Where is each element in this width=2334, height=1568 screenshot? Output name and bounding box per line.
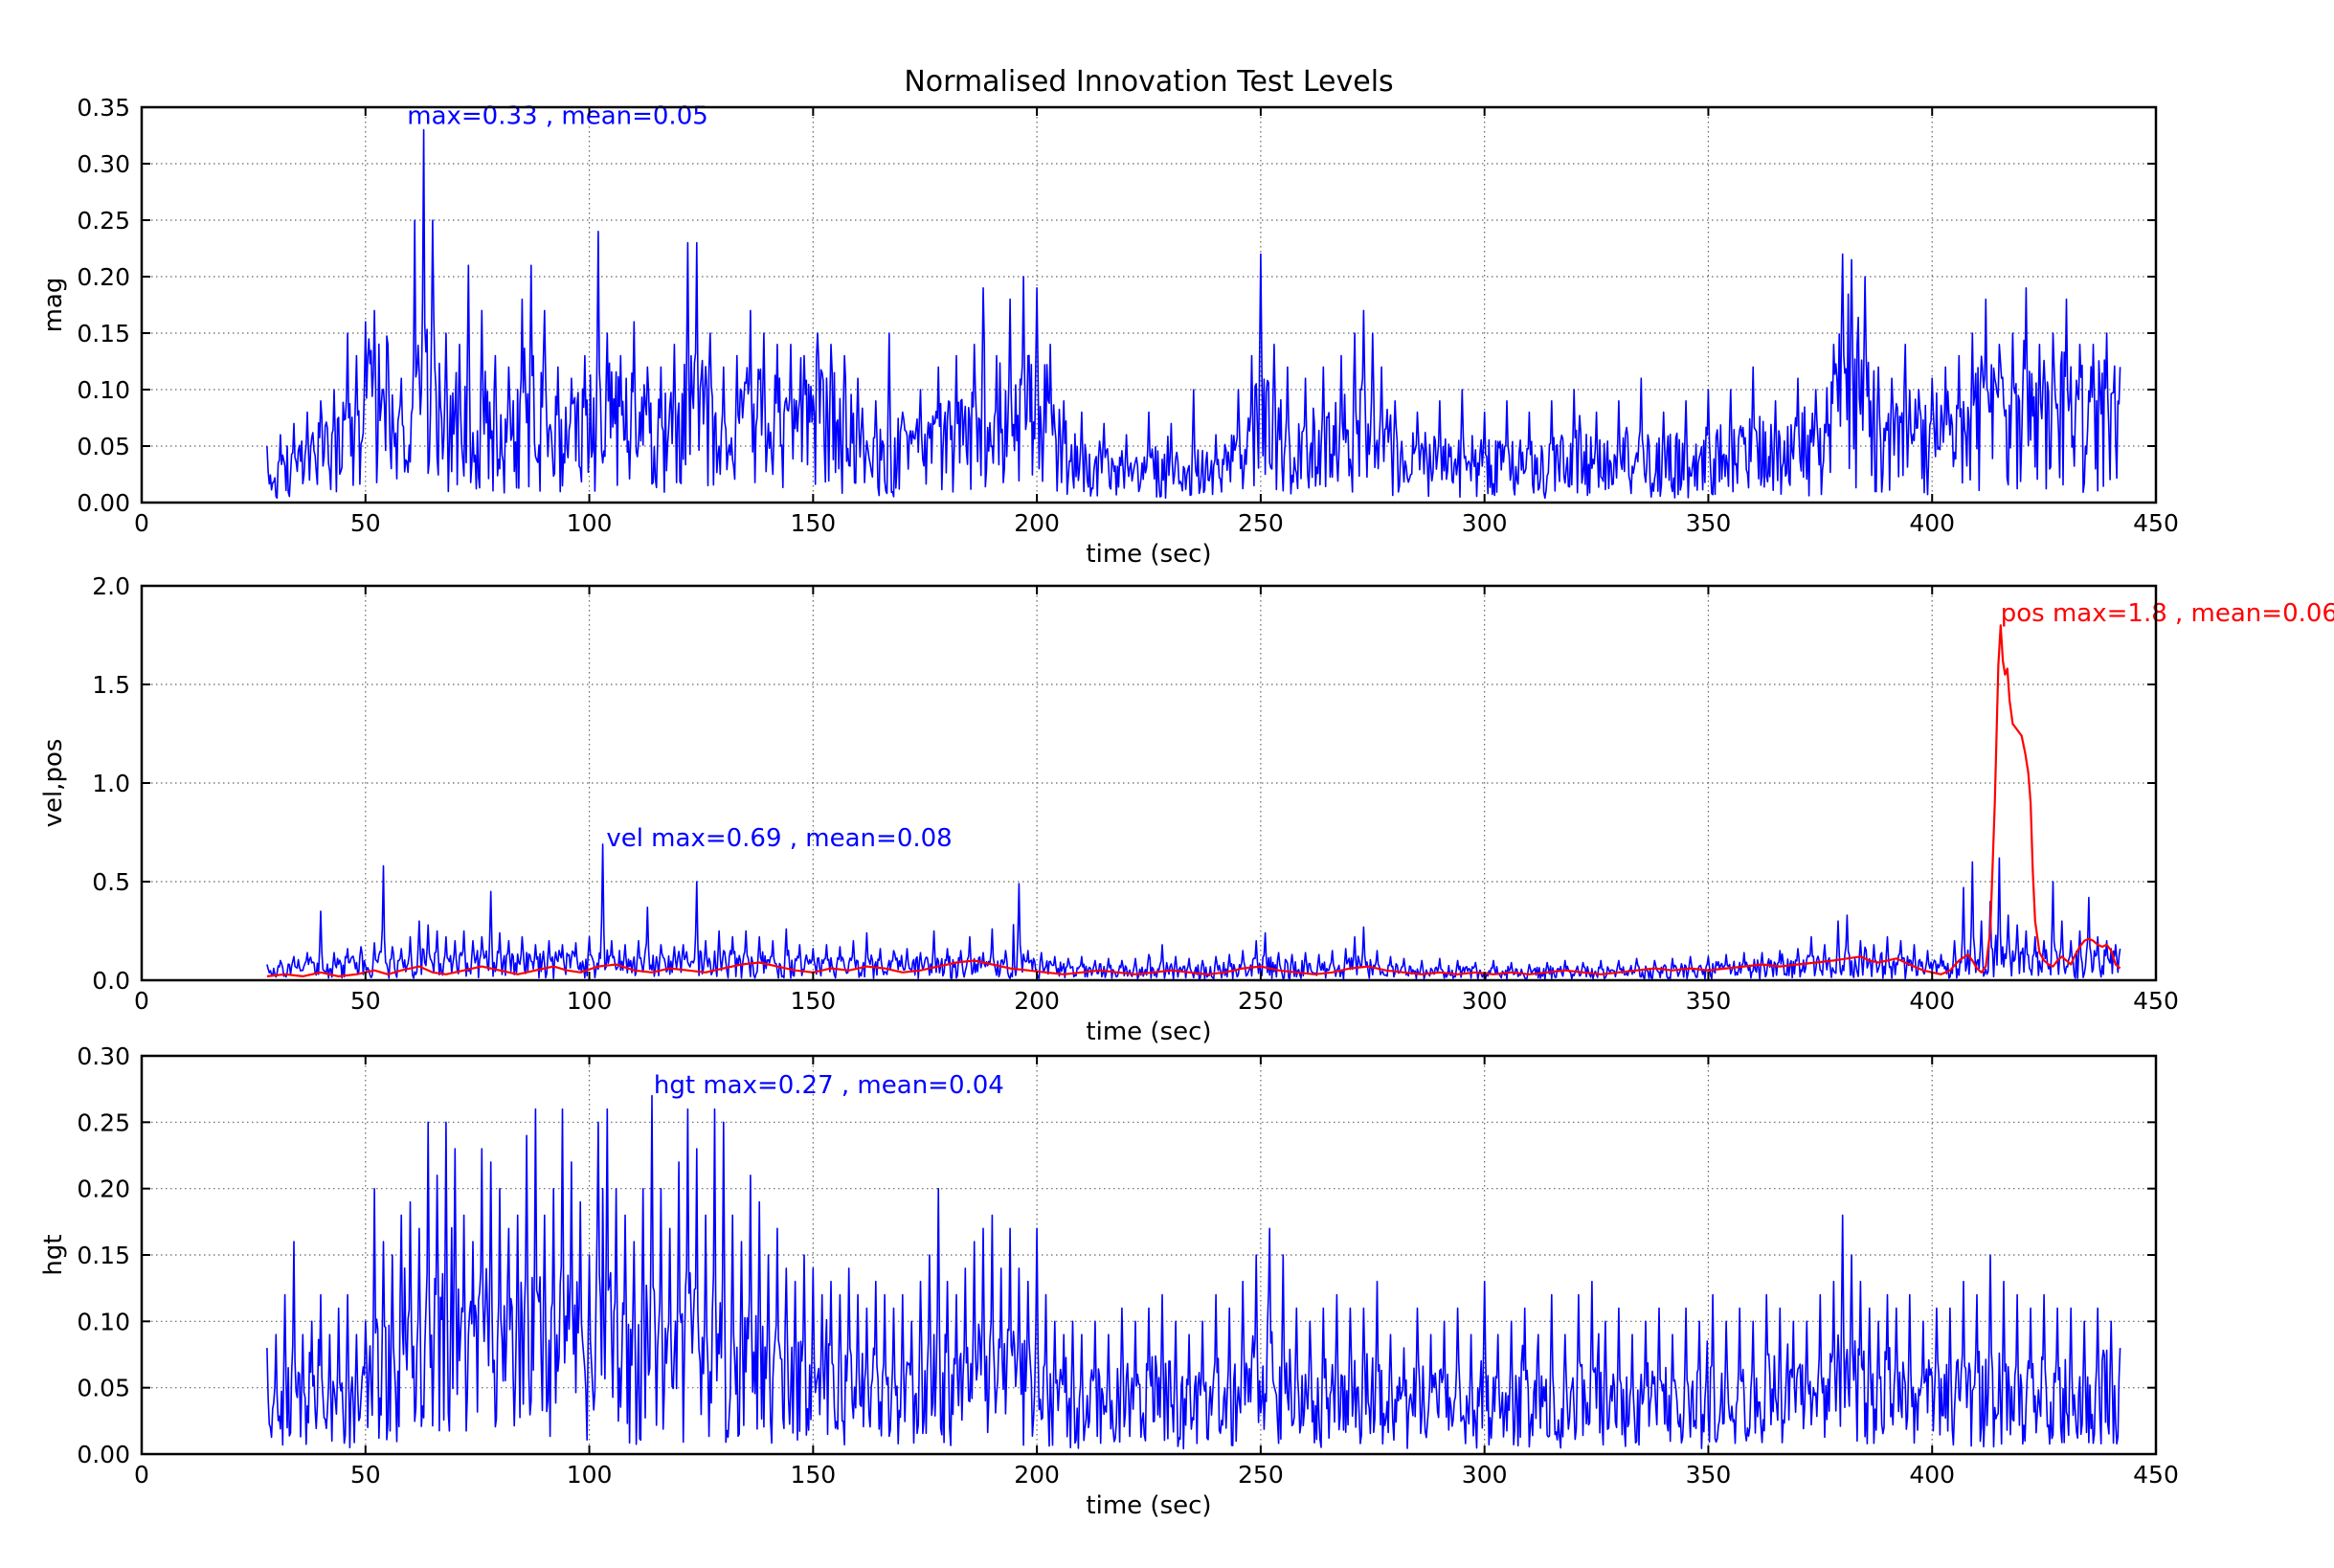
y-tick-label: 0.10 [77, 1308, 130, 1335]
x-tick-label: 100 [567, 987, 613, 1015]
x-tick-label: 0 [134, 1461, 149, 1489]
annotation-3-1: hgt max=0.27 , mean=0.04 [654, 1071, 1004, 1100]
series-pos-line [266, 624, 2121, 978]
y-tick-label: 0.15 [77, 1242, 130, 1269]
x-tick-label: 100 [567, 509, 613, 537]
y-tick-label: 0.0 [92, 967, 130, 995]
plot-series [266, 128, 2121, 500]
x-tick-label: 50 [350, 509, 381, 537]
y-tick-label: 0.00 [77, 489, 130, 517]
y-tick-label: 0.05 [77, 1375, 130, 1402]
x-tick-label: 100 [567, 1461, 613, 1489]
x-tick-label: 250 [1238, 509, 1284, 537]
y-tick-label: 0.25 [77, 1109, 130, 1136]
x-tick-label: 250 [1238, 1461, 1284, 1489]
x-tick-label: 300 [1462, 509, 1508, 537]
x-tick-label: 300 [1462, 987, 1508, 1015]
chart-canvas: max=0.33 , mean=0.050 50 100 150 200 250 300 35… [39, 94, 2334, 1520]
x-tick-label: 200 [1014, 1461, 1060, 1489]
x-tick-label: 450 [2133, 509, 2179, 537]
x-tick-label: 0 [134, 987, 149, 1015]
y-tick-label: 0.10 [77, 376, 130, 404]
y-tick-label: 0.15 [77, 320, 130, 347]
plot-series [266, 1094, 2121, 1450]
y-tick-label: 0.30 [77, 1042, 130, 1070]
y-tick-label: 0.20 [77, 263, 130, 291]
x-tick-label: 350 [1686, 1461, 1732, 1489]
x-tick-label: 400 [1909, 509, 1955, 537]
x-tick-label: 450 [2133, 1461, 2179, 1489]
y-tick-label: 0.35 [77, 94, 130, 122]
y-tick-label: 2.0 [92, 572, 130, 600]
x-tick-label: 350 [1686, 987, 1732, 1015]
x-tick-label: 50 [350, 1461, 381, 1489]
x-tick-label: 200 [1014, 987, 1060, 1015]
x-tick-label: 250 [1238, 987, 1284, 1015]
x-tick-label: 0 [134, 509, 149, 537]
y-tick-label: 0.25 [77, 207, 130, 235]
plot-series [266, 624, 2121, 980]
y-axis-label: mag [39, 278, 68, 333]
x-tick-label: 300 [1462, 1461, 1508, 1489]
x-tick-label: 50 [350, 987, 381, 1015]
y-tick-label: 1.5 [92, 671, 130, 699]
figure: Normalised Innovation Test Levels max=0.… [0, 0, 2334, 1568]
series-mag-line [266, 128, 2121, 500]
y-tick-label: 0.20 [77, 1176, 130, 1203]
subplot-mag: max=0.33 , mean=0.050 50 100 150 200 250 300 35… [39, 94, 2179, 569]
y-tick-label: 1.0 [92, 770, 130, 797]
y-tick-label: 0.05 [77, 433, 130, 460]
x-tick-label: 400 [1909, 1461, 1955, 1489]
x-axis-label: time (sec) [1086, 1491, 1211, 1520]
x-tick-label: 350 [1686, 509, 1732, 537]
annotation-2-1: vel max=0.69 , mean=0.08 [606, 824, 952, 853]
x-tick-label: 150 [790, 987, 836, 1015]
y-axis-label: hgt [39, 1234, 68, 1275]
grid [142, 586, 2156, 980]
subplot-vel-pos: vel max=0.69 , mean=0.08 pos max=1.8 , me… [39, 572, 2334, 1046]
x-axis-label: time (sec) [1086, 540, 1211, 569]
subplot-hgt: hgt max=0.27 , mean=0.04 0 50 100 150 200 250 3… [39, 1042, 2179, 1520]
x-tick-label: 150 [790, 509, 836, 537]
y-tick-label: 0.5 [92, 868, 130, 896]
y-axis-label: vel,pos [39, 739, 68, 828]
x-tick-label: 150 [790, 1461, 836, 1489]
annotation-2-2: pos max=1.8 , mean=0.06 [2001, 599, 2334, 628]
x-tick-label: 400 [1909, 987, 1955, 1015]
x-tick-label: 450 [2133, 987, 2179, 1015]
y-tick-label: 0.00 [77, 1441, 130, 1468]
series-hgt-line [266, 1094, 2121, 1450]
x-tick-label: 200 [1014, 509, 1060, 537]
x-axis-label: time (sec) [1086, 1018, 1211, 1046]
y-tick-label: 0.30 [77, 150, 130, 178]
